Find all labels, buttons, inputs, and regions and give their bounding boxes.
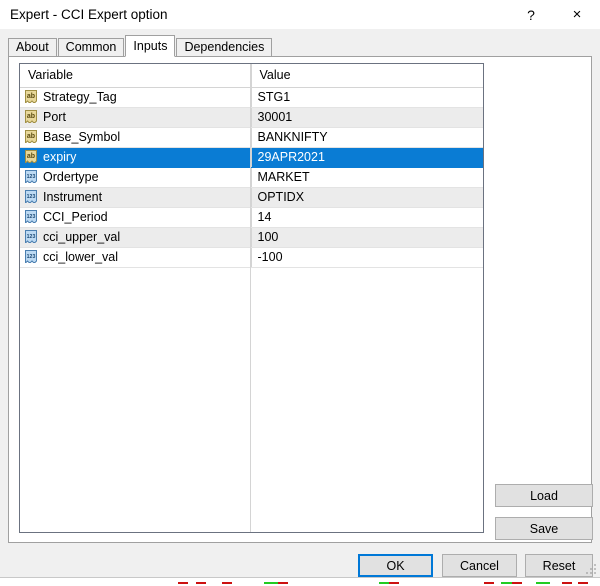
column-header-value[interactable]: Value [251, 64, 483, 88]
question-mark-icon: ? [527, 6, 535, 23]
cell-variable[interactable]: 123 Instrument [20, 187, 252, 208]
variable-name: expiry [43, 150, 77, 164]
screen-root: Expert - CCI Expert option ? × About Comm… [0, 0, 600, 586]
number-type-icon: 123 [24, 209, 38, 225]
number-type-icon: 123 [24, 189, 38, 205]
close-icon: × [572, 6, 582, 23]
reset-button[interactable]: Reset [525, 554, 593, 577]
string-type-icon: ab [24, 129, 38, 145]
parameters-grid[interactable]: Variable Value ab Strategy_Tag STG1 ab Port 3… [19, 63, 484, 533]
cell-variable[interactable]: 123 cci_upper_val [20, 227, 252, 248]
variable-name: Port [43, 110, 66, 124]
window-title: Expert - CCI Expert option [10, 7, 168, 22]
cell-value[interactable]: 29APR2021 [251, 147, 483, 168]
table-row[interactable]: 123 Ordertype MARKET [20, 167, 483, 188]
close-button[interactable]: × [554, 0, 600, 29]
cell-value[interactable]: -100 [251, 247, 483, 268]
chart-candle-mark [562, 582, 572, 584]
cell-variable[interactable]: 123 cci_lower_val [20, 247, 252, 268]
svg-text:123: 123 [27, 174, 36, 180]
cell-variable[interactable]: ab Strategy_Tag [20, 87, 252, 108]
variable-name: CCI_Period [43, 210, 108, 224]
cell-variable[interactable]: 123 Ordertype [20, 167, 252, 188]
background-chart-strip [0, 578, 600, 586]
expert-properties-dialog: Expert - CCI Expert option ? × About Comm… [0, 0, 600, 578]
chart-candle-mark [222, 582, 232, 584]
chart-candle-mark [178, 582, 188, 584]
table-row[interactable]: ab Strategy_Tag STG1 [20, 87, 483, 108]
inputs-tab-page: Variable Value ab Strategy_Tag STG1 ab Port 3… [8, 56, 593, 543]
cell-variable[interactable]: ab Port [20, 107, 252, 128]
table-row[interactable]: 123 Instrument OPTIDX [20, 187, 483, 208]
save-button[interactable]: Save [495, 517, 593, 540]
load-button[interactable]: Load [495, 484, 593, 507]
chart-candle-mark [264, 582, 278, 584]
table-row[interactable]: 123 CCI_Period 14 [20, 207, 483, 228]
table-row[interactable]: ab Base_Symbol BANKNIFTY [20, 127, 483, 148]
svg-text:123: 123 [27, 234, 36, 240]
chart-candle-mark [484, 582, 494, 584]
tab-common[interactable]: Common [57, 38, 125, 57]
column-header-variable[interactable]: Variable [20, 64, 252, 88]
variable-name: cci_upper_val [43, 230, 121, 244]
title-bar: Expert - CCI Expert option ? × [0, 0, 600, 29]
resize-grip-icon[interactable] [586, 564, 598, 576]
cell-value[interactable]: OPTIDX [251, 187, 483, 208]
cell-variable[interactable]: ab Base_Symbol [20, 127, 252, 148]
tab-inputs[interactable]: Inputs [125, 35, 176, 57]
table-row[interactable]: ab expiry 29APR2021 [20, 147, 483, 168]
variable-name: Base_Symbol [43, 130, 121, 144]
variable-name: Instrument [43, 190, 103, 204]
svg-text:123: 123 [27, 194, 36, 200]
number-type-icon: 123 [24, 249, 38, 265]
cell-value[interactable]: BANKNIFTY [251, 127, 483, 148]
variable-name: Ordertype [43, 170, 99, 184]
variable-name: cci_lower_val [43, 250, 119, 264]
table-row[interactable]: 123 cci_lower_val -100 [20, 247, 483, 268]
svg-text:ab: ab [27, 153, 35, 160]
chart-candle-mark [196, 582, 206, 584]
ok-button[interactable]: OK [358, 554, 433, 577]
parameters-table: Variable Value ab Strategy_Tag STG1 ab Port 3… [20, 64, 483, 268]
tab-strip: About Common Inputs Dependencies [8, 35, 273, 57]
cell-variable[interactable]: ab expiry [20, 147, 252, 168]
grid-column-divider [250, 64, 251, 532]
tab-about[interactable]: About [8, 38, 57, 57]
string-type-icon: ab [24, 109, 38, 125]
chart-candle-mark [512, 582, 522, 584]
cell-value[interactable]: 100 [251, 227, 483, 248]
string-type-icon: ab [24, 149, 38, 165]
svg-text:ab: ab [27, 93, 35, 100]
chart-candle-mark [278, 582, 288, 584]
svg-text:ab: ab [27, 133, 35, 140]
table-header-row: Variable Value [20, 64, 483, 88]
chart-candle-mark [578, 582, 588, 584]
number-type-icon: 123 [24, 169, 38, 185]
svg-text:123: 123 [27, 214, 36, 220]
cell-value[interactable]: 30001 [251, 107, 483, 128]
cell-value[interactable]: STG1 [251, 87, 483, 108]
svg-text:ab: ab [27, 113, 35, 120]
svg-text:123: 123 [27, 254, 36, 260]
cell-variable[interactable]: 123 CCI_Period [20, 207, 252, 228]
chart-candle-mark [536, 582, 550, 584]
chart-candle-mark [389, 582, 399, 584]
cancel-button[interactable]: Cancel [442, 554, 517, 577]
variable-name: Strategy_Tag [43, 90, 117, 104]
table-row[interactable]: ab Port 30001 [20, 107, 483, 128]
cell-value[interactable]: 14 [251, 207, 483, 228]
number-type-icon: 123 [24, 229, 38, 245]
cell-value[interactable]: MARKET [251, 167, 483, 188]
tab-dependencies[interactable]: Dependencies [176, 38, 273, 57]
string-type-icon: ab [24, 89, 38, 105]
help-button[interactable]: ? [508, 0, 554, 29]
table-row[interactable]: 123 cci_upper_val 100 [20, 227, 483, 248]
